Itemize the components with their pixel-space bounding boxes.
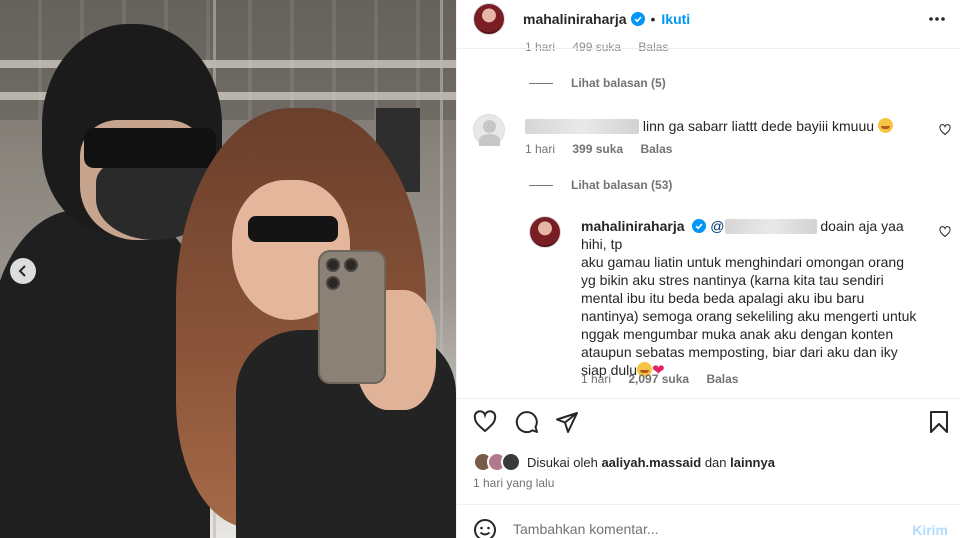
reply-line: nggak mengumbar muka anak aku dengan kon…	[581, 326, 894, 342]
post-header: mahaliniraharja • Ikuti	[457, 0, 960, 38]
send-button[interactable]: Kirim	[912, 522, 948, 538]
smiling-face-with-hearts-icon	[877, 118, 893, 133]
more-icon[interactable]	[927, 9, 947, 29]
replies-line	[529, 184, 553, 186]
share-icon[interactable]	[555, 410, 579, 434]
view-replies-link[interactable]: Lihat balasan (5)	[529, 76, 666, 90]
view-replies-label: Lihat balasan (53)	[571, 178, 673, 192]
comment-text: linn ga sabarr liattt dede bayiii kmuuu	[525, 117, 925, 135]
chevron-left-icon	[18, 265, 26, 277]
composer-divider	[457, 504, 960, 505]
comment-meta: 1 hari 399 suka Balas	[525, 142, 686, 156]
reply-meta: 1 hari 2,097 suka Balas	[581, 372, 752, 386]
comment-input[interactable]	[513, 518, 893, 538]
comment-body: linn ga sabarr liattt dede bayiii kmuuu	[639, 118, 875, 134]
post-timestamp[interactable]: 1 hari yang lalu	[473, 476, 554, 490]
view-replies-link[interactable]: Lihat balasan (53)	[529, 178, 672, 192]
separator-dot: •	[650, 11, 656, 27]
mention-prefix[interactable]: @	[710, 218, 724, 234]
comment-time: 1 hari	[525, 142, 556, 156]
post-photo[interactable]	[0, 0, 456, 538]
likes-text: Disukai oleh aaliyah.massaid dan lainnya	[527, 455, 775, 470]
comment-time: 1 hari	[581, 372, 612, 386]
post-panel: mahaliniraharja • Ikuti 1 hari 499 suka …	[456, 0, 960, 538]
reply-username[interactable]: mahaliniraharja	[581, 218, 685, 234]
avatar	[501, 452, 521, 472]
camera-lens	[344, 258, 358, 272]
header-username[interactable]: mahaliniraharja	[523, 11, 627, 27]
carousel-prev-button[interactable]	[10, 258, 36, 284]
camera-lens	[326, 258, 340, 272]
blurred-mention	[724, 219, 817, 234]
reply-line: nantinya) semoga orang sekeliling aku me…	[581, 308, 917, 324]
comment-likes[interactable]: 399 suka	[572, 142, 623, 156]
follow-button[interactable]: Ikuti	[661, 11, 690, 27]
avatar[interactable]	[529, 216, 561, 248]
bookmark-icon[interactable]	[927, 410, 951, 434]
avatar[interactable]	[473, 3, 505, 35]
partial-comment-meta: 1 hari 499 suka Balas	[525, 40, 682, 54]
likes-prefix: Disukai oleh	[527, 454, 598, 470]
comment-likes[interactable]: 2,097 suka	[628, 372, 689, 386]
sunglasses	[84, 128, 216, 168]
verified-icon	[630, 12, 645, 26]
view-replies-label: Lihat balasan (5)	[571, 76, 666, 90]
reply-line: ataupun sebatas memposting, biar dari ak…	[581, 344, 898, 360]
heart-icon[interactable]	[939, 124, 951, 136]
likes-middle: dan	[704, 454, 727, 470]
reply-line: mental ibu itu beda beda apalagi aku ibu…	[581, 290, 865, 306]
verified-icon	[692, 219, 707, 233]
replies-line	[529, 82, 553, 84]
actions-divider	[457, 398, 960, 399]
reply-line: yg bikin aku stres nantinya (karna kita …	[581, 272, 884, 288]
liker-username[interactable]: aaliyah.massaid	[601, 455, 701, 470]
reply-button[interactable]: Balas	[706, 372, 738, 386]
likes-others[interactable]: lainnya	[730, 455, 775, 470]
camera-lens	[326, 276, 340, 290]
heart-icon[interactable]	[473, 410, 497, 434]
avatar[interactable]	[473, 114, 505, 146]
sunglasses	[248, 216, 338, 242]
reply-button[interactable]: Balas	[638, 40, 668, 54]
reply-button[interactable]: Balas	[640, 142, 672, 156]
comment-icon[interactable]	[515, 410, 539, 434]
header-divider	[457, 48, 960, 49]
reply-line: aku gamau liatin untuk menghindari omong…	[581, 254, 904, 270]
blurred-username	[525, 119, 639, 134]
comment-likes[interactable]: 499 suka	[572, 40, 621, 54]
comment-time: 1 hari	[525, 40, 556, 54]
phone	[318, 250, 386, 384]
heart-icon[interactable]	[939, 226, 951, 238]
reply-text: mahaliniraharja @ doain aja yaa hihi, tp…	[581, 217, 931, 380]
likes-summary: Disukai oleh aaliyah.massaid dan lainnya	[473, 452, 775, 472]
emoji-icon[interactable]	[473, 518, 497, 538]
